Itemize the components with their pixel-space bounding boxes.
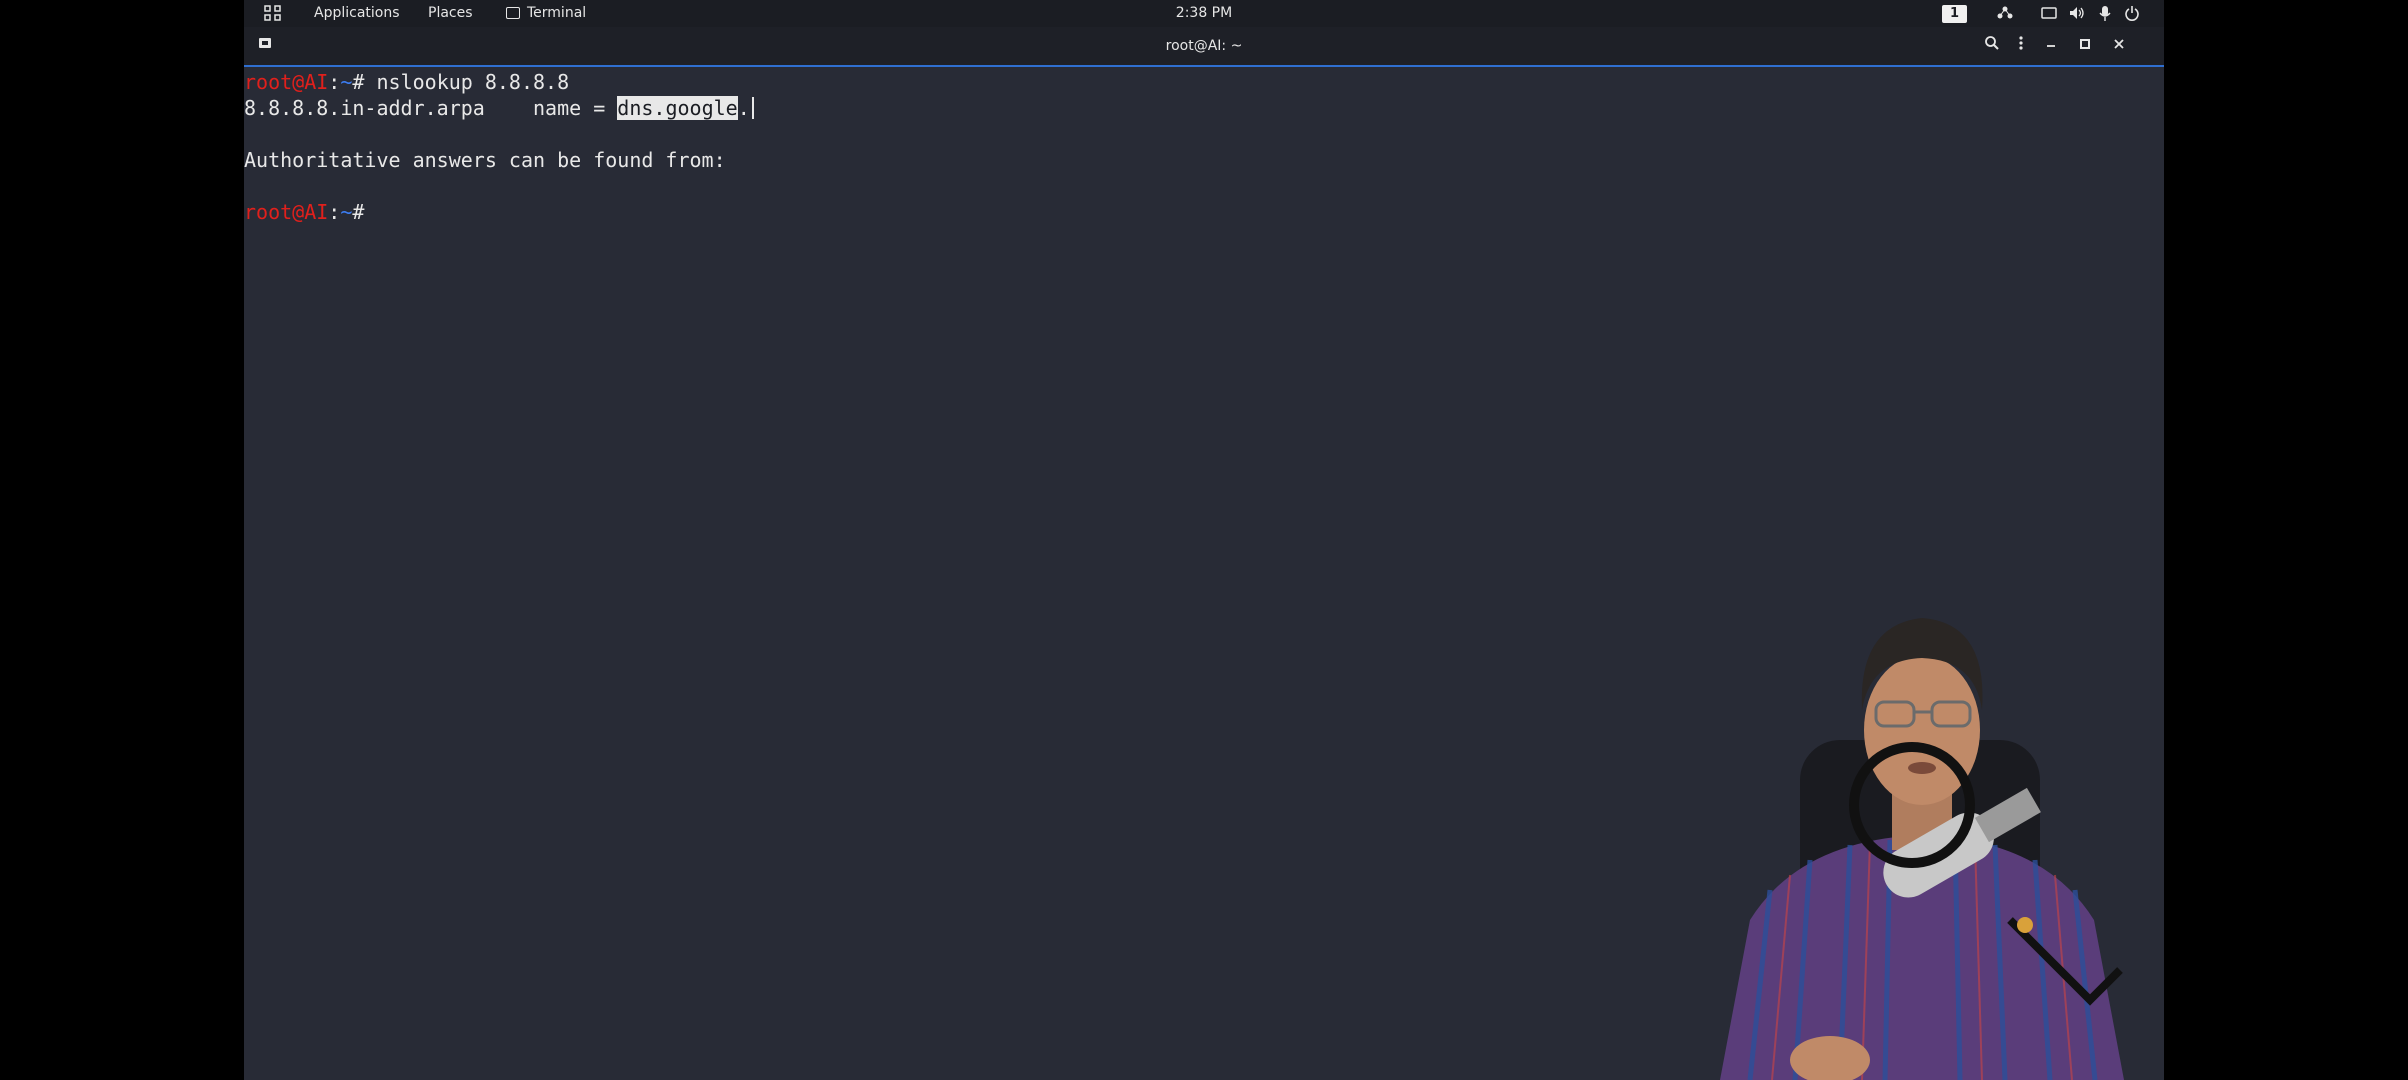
terminal-line-prompt: root@AI:~# — [244, 199, 376, 225]
microphone-icon[interactable] — [2094, 0, 2116, 27]
minimize-icon[interactable] — [2040, 35, 2062, 57]
search-icon[interactable] — [1981, 35, 2003, 57]
window-title: root@AI: ~ — [1165, 38, 1243, 54]
selected-text[interactable]: dns.google — [617, 96, 738, 120]
workspace-indicator[interactable]: 1 — [1942, 5, 1967, 23]
prompt-path: ~ — [340, 200, 353, 224]
terminal-line-authoritative: Authoritative answers can be found from: — [244, 148, 726, 172]
result-prefix: 8.8.8.8.in-addr.arpa name = — [244, 96, 618, 120]
volume-icon[interactable] — [2066, 0, 2088, 27]
prompt-path: ~ — [340, 70, 353, 94]
presenter-webcam — [1720, 618, 2124, 1080]
clock[interactable]: 2:38 PM — [244, 0, 2164, 27]
command-text: nslookup 8.8.8.8 — [376, 70, 570, 94]
prompt-separator: : — [328, 70, 341, 94]
menu-icon[interactable] — [2010, 35, 2032, 57]
maximize-icon[interactable] — [2074, 35, 2096, 57]
text-cursor-icon — [751, 97, 754, 119]
prompt-user: root@AI — [244, 200, 329, 224]
power-icon[interactable] — [2121, 0, 2143, 27]
terminal-line-command: root@AI:~# nslookup 8.8.8.8 — [244, 69, 569, 95]
result-suffix: . — [737, 96, 750, 120]
network-icon[interactable] — [1994, 0, 2016, 27]
prompt-separator: : — [328, 200, 341, 224]
close-icon[interactable] — [2108, 35, 2130, 57]
desktop-screen: Applications Places Terminal 2:38 PM 1 r… — [244, 0, 2164, 1080]
prompt-end: # — [352, 70, 377, 94]
prompt-user: root@AI — [244, 70, 329, 94]
prompt-end: # — [352, 200, 377, 224]
terminal-line-result: 8.8.8.8.in-addr.arpa name = dns.google. — [244, 95, 754, 121]
terminal-titlebar: root@AI: ~ — [244, 27, 2164, 67]
top-panel: Applications Places Terminal 2:38 PM 1 — [244, 0, 2164, 27]
screen-icon[interactable] — [2038, 0, 2060, 27]
